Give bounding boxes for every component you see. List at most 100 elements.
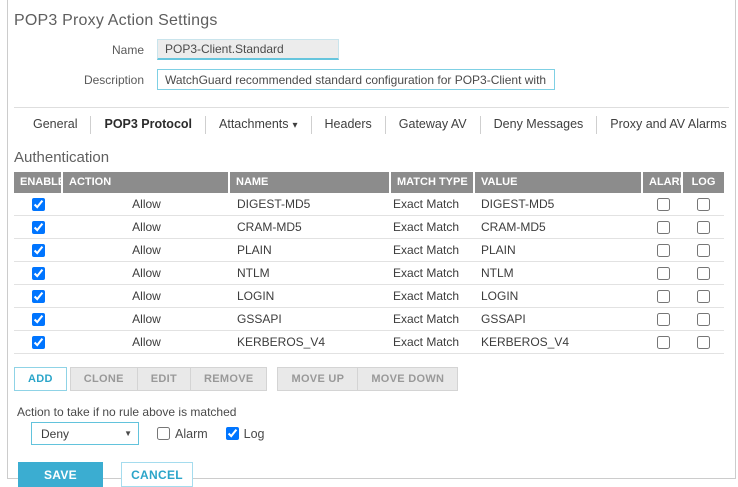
log-checkbox[interactable]: [697, 313, 710, 326]
description-row: Description: [14, 69, 729, 90]
dropdown-caret-icon: ▼: [124, 429, 132, 438]
alarm-checkbox[interactable]: [657, 336, 670, 349]
authentication-table: ENABLEDACTIONNAMEMATCH TYPEVALUEALARMLOG…: [14, 172, 724, 354]
enabled-checkbox[interactable]: [32, 198, 45, 211]
move-down-button[interactable]: MOVE DOWN: [357, 367, 458, 391]
enabled-cell: [14, 220, 63, 234]
settings-panel: POP3 Proxy Action Settings Name Descript…: [7, 0, 736, 479]
value-cell: NTLM: [475, 266, 643, 280]
tab-proxy-and-av-alarms[interactable]: Proxy and AV Alarms: [597, 116, 738, 134]
name-row: Name: [14, 39, 729, 60]
action-cell: Allow: [63, 312, 230, 326]
enabled-cell: [14, 243, 63, 257]
table-row: AllowDIGEST-MD5Exact MatchDIGEST-MD5: [14, 193, 724, 216]
fallback-alarm-checkbox[interactable]: [157, 427, 170, 440]
tab-attachments[interactable]: Attachments▾: [206, 116, 312, 134]
tab-label: POP3 Protocol: [104, 117, 192, 131]
name-cell: LOGIN: [230, 289, 391, 303]
edit-button[interactable]: EDIT: [137, 367, 191, 391]
tab-gateway-av[interactable]: Gateway AV: [386, 116, 481, 134]
log-checkbox[interactable]: [697, 336, 710, 349]
form-actions: SAVE CANCEL: [18, 462, 729, 487]
name-cell: CRAM-MD5: [230, 220, 391, 234]
enabled-checkbox[interactable]: [32, 336, 45, 349]
fallback-log-option: Log: [226, 427, 265, 441]
table-row: AllowLOGINExact MatchLOGIN: [14, 285, 724, 308]
alarm-checkbox[interactable]: [657, 290, 670, 303]
action-cell: Allow: [63, 289, 230, 303]
column-header-name: NAME: [230, 172, 391, 193]
name-cell: DIGEST-MD5: [230, 197, 391, 211]
tab-headers[interactable]: Headers: [312, 116, 386, 134]
action-cell: Allow: [63, 266, 230, 280]
tab-bar: General POP3 Protocol Attachments▾Headers G…: [14, 107, 729, 141]
tab-general[interactable]: General: [20, 116, 91, 134]
log-checkbox[interactable]: [697, 267, 710, 280]
table-row: AllowGSSAPIExact MatchGSSAPI: [14, 308, 724, 331]
clone-button[interactable]: CLONE: [70, 367, 138, 391]
alarm-checkbox[interactable]: [657, 313, 670, 326]
log-checkbox[interactable]: [697, 244, 710, 257]
log-checkbox[interactable]: [697, 290, 710, 303]
fallback-alarm-option: Alarm: [157, 427, 208, 441]
tab-label: Attachments: [219, 117, 288, 131]
tab-deny-messages[interactable]: Deny Messages: [481, 116, 598, 134]
fallback-action-selected: Deny: [41, 427, 69, 441]
move-up-button[interactable]: MOVE UP: [277, 367, 358, 391]
name-cell: NTLM: [230, 266, 391, 280]
auth-table-body: AllowDIGEST-MD5Exact MatchDIGEST-MD5Allo…: [14, 193, 724, 354]
alarm-cell: [643, 289, 683, 303]
alarm-checkbox[interactable]: [657, 221, 670, 234]
enabled-checkbox[interactable]: [32, 290, 45, 303]
column-header-match-type: MATCH TYPE: [391, 172, 475, 193]
column-header-action: ACTION: [63, 172, 230, 193]
enabled-checkbox[interactable]: [32, 221, 45, 234]
log-cell: [683, 335, 724, 349]
alarm-cell: [643, 312, 683, 326]
tab-label: General: [33, 117, 77, 131]
name-field[interactable]: [157, 39, 339, 60]
table-row: AllowCRAM-MD5Exact MatchCRAM-MD5: [14, 216, 724, 239]
match-type-cell: Exact Match: [391, 266, 475, 280]
tab-pop3-protocol[interactable]: POP3 Protocol: [91, 116, 206, 134]
log-cell: [683, 312, 724, 326]
save-button[interactable]: SAVE: [18, 462, 103, 487]
description-label: Description: [14, 73, 144, 87]
fallback-action-row: Deny ▼ Alarm Log: [31, 422, 729, 445]
auth-table-header: ENABLEDACTIONNAMEMATCH TYPEVALUEALARMLOG: [14, 172, 724, 193]
match-type-cell: Exact Match: [391, 197, 475, 211]
fallback-action-select[interactable]: Deny ▼: [31, 422, 139, 445]
enabled-checkbox[interactable]: [32, 313, 45, 326]
alarm-cell: [643, 220, 683, 234]
section-heading-authentication: Authentication: [14, 149, 729, 166]
fallback-log-checkbox[interactable]: [226, 427, 239, 440]
match-type-cell: Exact Match: [391, 312, 475, 326]
alarm-checkbox[interactable]: [657, 267, 670, 280]
log-checkbox[interactable]: [697, 198, 710, 211]
enabled-cell: [14, 197, 63, 211]
remove-button[interactable]: REMOVE: [190, 367, 267, 391]
log-checkbox[interactable]: [697, 221, 710, 234]
enabled-cell: [14, 335, 63, 349]
table-row: AllowPLAINExact MatchPLAIN: [14, 239, 724, 262]
log-cell: [683, 266, 724, 280]
column-header-value: VALUE: [475, 172, 643, 193]
add-button[interactable]: ADD: [14, 367, 67, 391]
description-field[interactable]: [157, 69, 555, 90]
enabled-checkbox[interactable]: [32, 267, 45, 280]
table-row: AllowNTLMExact MatchNTLM: [14, 262, 724, 285]
enabled-checkbox[interactable]: [32, 244, 45, 257]
alarm-checkbox[interactable]: [657, 244, 670, 257]
name-cell: GSSAPI: [230, 312, 391, 326]
match-type-cell: Exact Match: [391, 243, 475, 257]
match-type-cell: Exact Match: [391, 289, 475, 303]
value-cell: CRAM-MD5: [475, 220, 643, 234]
alarm-cell: [643, 335, 683, 349]
column-header-alarm: ALARM: [643, 172, 683, 193]
tab-label: Gateway AV: [399, 117, 467, 131]
cancel-button[interactable]: CANCEL: [121, 462, 193, 487]
value-cell: DIGEST-MD5: [475, 197, 643, 211]
value-cell: PLAIN: [475, 243, 643, 257]
page-title: POP3 Proxy Action Settings: [14, 0, 729, 30]
alarm-checkbox[interactable]: [657, 198, 670, 211]
